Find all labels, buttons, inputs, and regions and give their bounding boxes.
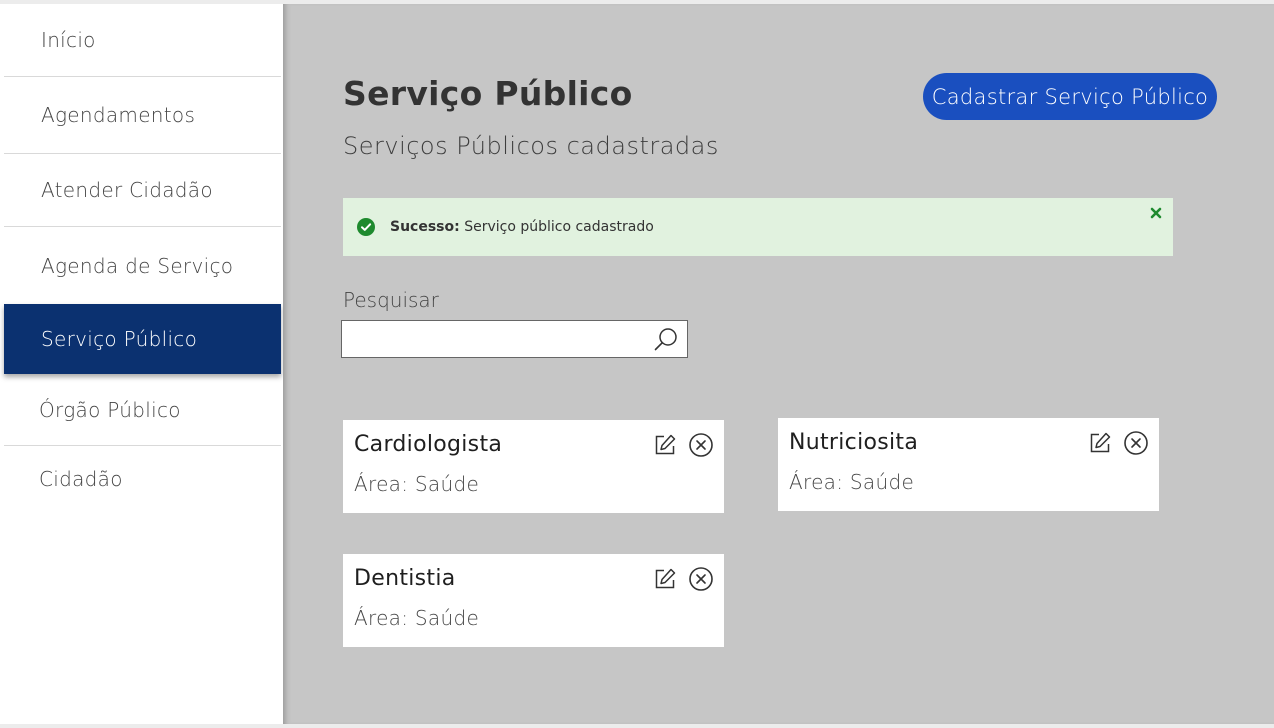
service-card-area: Área: Saúde [354, 606, 480, 630]
sidebar-item-cidadao[interactable]: Cidadão [4, 446, 281, 512]
search-icon[interactable] [653, 327, 679, 353]
service-card-title: Dentistia [354, 566, 456, 591]
sidebar-item-agendamentos[interactable]: Agendamentos [4, 77, 281, 154]
delete-icon[interactable] [688, 432, 714, 458]
bottom-edge [0, 724, 1274, 728]
edit-icon[interactable] [653, 567, 677, 591]
close-icon[interactable] [1149, 206, 1163, 220]
service-card: Cardiologista Área: Saúde [343, 420, 724, 513]
success-alert: Sucesso: Serviço público cadastrado [343, 198, 1173, 256]
service-card-title: Nutriciosita [789, 430, 919, 455]
edit-icon[interactable] [1088, 431, 1112, 455]
sidebar: Início Agendamentos Atender Cidadão Agen… [4, 4, 281, 724]
sidebar-item-label: Atender Cidadão [41, 178, 213, 202]
alert-strong-label: Sucesso: [390, 219, 460, 235]
sidebar-item-label: Agendamentos [41, 103, 196, 127]
sidebar-item-label: Agenda de Serviço [41, 253, 234, 278]
delete-icon[interactable] [688, 566, 714, 592]
alert-message-text: Serviço público cadastrado [464, 219, 654, 235]
delete-icon[interactable] [1123, 430, 1149, 456]
sidebar-item-atender-cidadao[interactable]: Atender Cidadão [4, 154, 281, 227]
sidebar-item-orgao-publico[interactable]: Órgão Público [4, 374, 281, 446]
service-card: Nutriciosita Área: Saúde [778, 418, 1159, 511]
search-label: Pesquisar [343, 288, 439, 312]
sidebar-item-label: Cidadão [39, 467, 123, 491]
search-input[interactable] [342, 321, 642, 357]
sidebar-item-label: Início [41, 28, 96, 52]
search-box [341, 320, 688, 358]
main-content: Serviço Público Serviços Públicos cadast… [283, 4, 1274, 724]
sidebar-item-servico-publico[interactable]: Serviço Público [4, 304, 281, 374]
add-service-button[interactable]: Cadastrar Serviço Público [923, 73, 1217, 120]
sidebar-item-label: Serviço Público [41, 327, 198, 351]
sidebar-item-inicio[interactable]: Início [4, 4, 281, 77]
sidebar-item-label: Órgão Público [39, 397, 181, 422]
sidebar-item-agenda-de-servico[interactable]: Agenda de Serviço [4, 227, 281, 304]
edit-icon[interactable] [653, 433, 677, 457]
page-title: Serviço Público [343, 74, 633, 113]
service-card-area: Área: Saúde [789, 470, 915, 494]
page-subtitle: Serviços Públicos cadastradas [343, 132, 719, 160]
service-card-area: Área: Saúde [354, 472, 480, 496]
service-card-title: Cardiologista [354, 432, 503, 457]
service-card: Dentistia Área: Saúde [343, 554, 724, 647]
check-circle-icon [357, 218, 375, 236]
alert-message: Sucesso: Serviço público cadastrado [390, 219, 654, 235]
